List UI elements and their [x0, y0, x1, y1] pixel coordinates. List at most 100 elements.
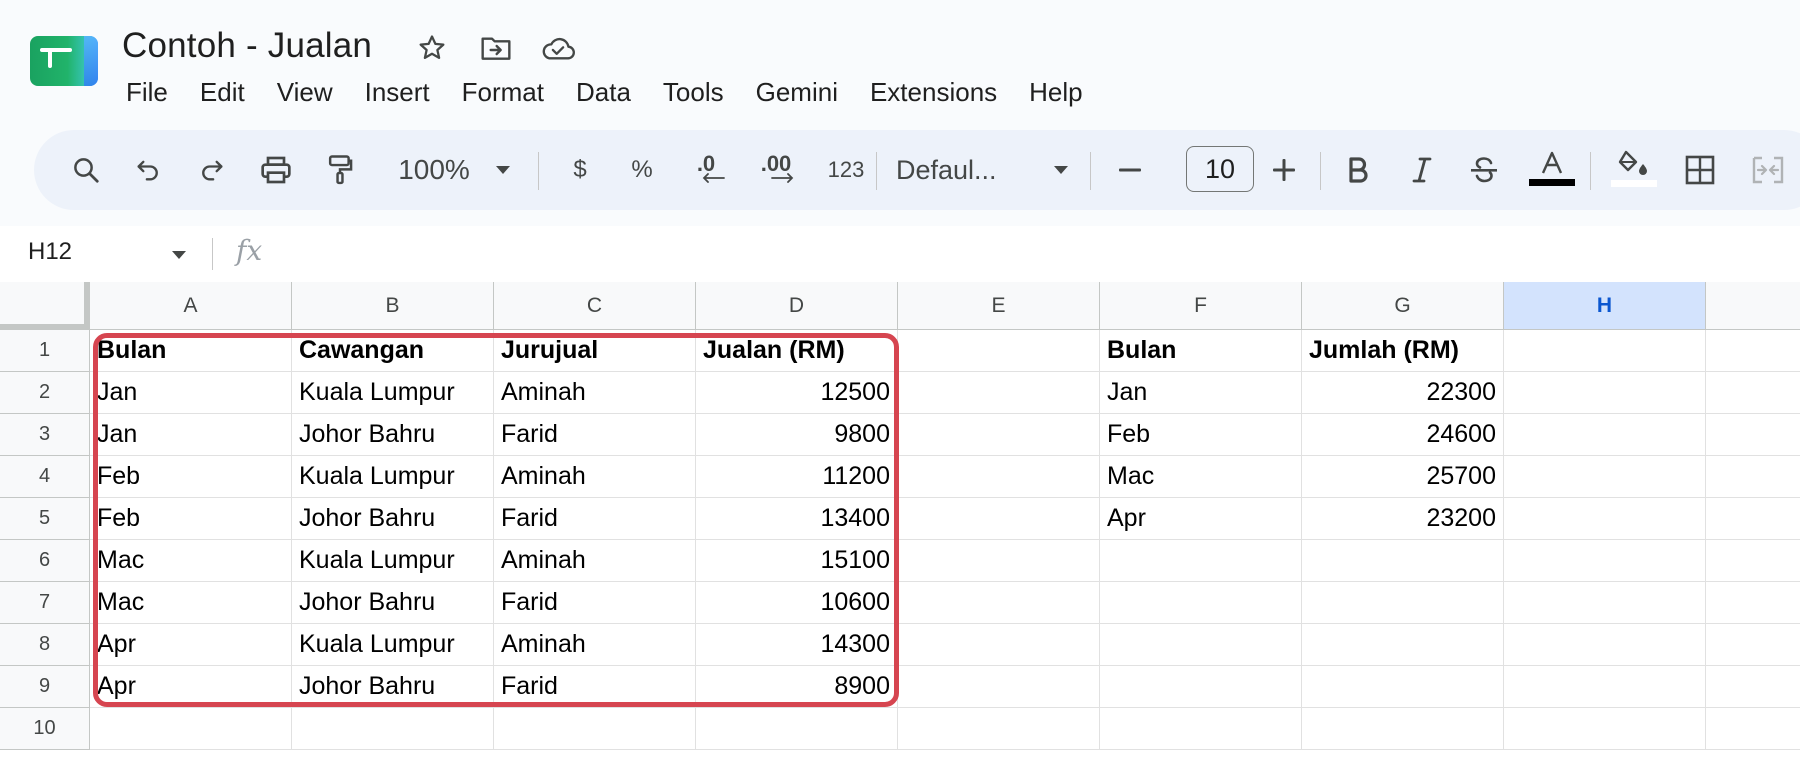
menu-file[interactable]: File	[110, 74, 184, 110]
cell-a6[interactable]: Mac	[90, 540, 292, 582]
cell-b9[interactable]: Johor Bahru	[292, 666, 494, 708]
row-header-7[interactable]: 7	[0, 582, 90, 624]
name-box[interactable]: H12	[28, 238, 72, 266]
document-title[interactable]: Contoh - Jualan	[122, 24, 372, 68]
merge-dropdown-icon[interactable]	[1794, 130, 1800, 210]
column-header-g[interactable]: G	[1302, 282, 1504, 330]
cell-b3[interactable]: Johor Bahru	[292, 414, 494, 456]
cell-h4[interactable]	[1504, 456, 1706, 498]
cell-g6[interactable]	[1302, 540, 1504, 582]
menu-format[interactable]: Format	[446, 74, 560, 110]
fill-color-button[interactable]	[1606, 130, 1662, 210]
cell-i2[interactable]	[1706, 372, 1800, 414]
cell-b4[interactable]: Kuala Lumpur	[292, 456, 494, 498]
cell-g5[interactable]: 23200	[1302, 498, 1504, 540]
row-header-6[interactable]: 6	[0, 540, 90, 582]
cell-e3[interactable]	[898, 414, 1100, 456]
cell-c8[interactable]: Aminah	[494, 624, 696, 666]
cell-b5[interactable]: Johor Bahru	[292, 498, 494, 540]
zoom-select[interactable]: 100%	[384, 130, 484, 210]
cell-f3[interactable]: Feb	[1100, 414, 1302, 456]
cell-c2[interactable]: Aminah	[494, 372, 696, 414]
cell-e4[interactable]	[898, 456, 1100, 498]
cell-b7[interactable]: Johor Bahru	[292, 582, 494, 624]
menu-edit[interactable]: Edit	[184, 74, 261, 110]
paint-format-icon[interactable]	[318, 130, 362, 210]
row-header-5[interactable]: 5	[0, 498, 90, 540]
cell-h8[interactable]	[1504, 624, 1706, 666]
cell-a1[interactable]: Bulan	[90, 330, 292, 372]
cell-a2[interactable]: Jan	[90, 372, 292, 414]
cell-c1[interactable]: Jurujual	[494, 330, 696, 372]
row-header-10[interactable]: 10	[0, 708, 90, 750]
cell-d4[interactable]: 11200	[696, 456, 898, 498]
cell-b10[interactable]	[292, 708, 494, 750]
cell-g8[interactable]	[1302, 624, 1504, 666]
cell-c5[interactable]: Farid	[494, 498, 696, 540]
column-header-c[interactable]: C	[494, 282, 696, 330]
menu-insert[interactable]: Insert	[349, 74, 446, 110]
cell-i3[interactable]	[1706, 414, 1800, 456]
cell-a9[interactable]: Apr	[90, 666, 292, 708]
cell-h1[interactable]	[1504, 330, 1706, 372]
strikethrough-icon[interactable]	[1462, 130, 1506, 210]
cell-a3[interactable]: Jan	[90, 414, 292, 456]
cell-f10[interactable]	[1100, 708, 1302, 750]
cell-i9[interactable]	[1706, 666, 1800, 708]
cell-d2[interactable]: 12500	[696, 372, 898, 414]
increase-font-size-icon[interactable]	[1262, 130, 1306, 210]
cell-g2[interactable]: 22300	[1302, 372, 1504, 414]
cell-h10[interactable]	[1504, 708, 1706, 750]
percent-format-button[interactable]: %	[620, 130, 664, 210]
cell-d8[interactable]: 14300	[696, 624, 898, 666]
cell-i4[interactable]	[1706, 456, 1800, 498]
move-folder-icon[interactable]	[478, 30, 514, 66]
cell-h3[interactable]	[1504, 414, 1706, 456]
font-dropdown-icon[interactable]	[1046, 130, 1076, 210]
column-header-e[interactable]: E	[898, 282, 1100, 330]
column-header-h[interactable]: H	[1504, 282, 1706, 330]
cell-b8[interactable]: Kuala Lumpur	[292, 624, 494, 666]
cell-h2[interactable]	[1504, 372, 1706, 414]
menu-view[interactable]: View	[261, 74, 349, 110]
cell-d10[interactable]	[696, 708, 898, 750]
cell-e2[interactable]	[898, 372, 1100, 414]
menu-gemini[interactable]: Gemini	[740, 74, 854, 110]
currency-format-button[interactable]: $	[558, 130, 602, 210]
cell-f4[interactable]: Mac	[1100, 456, 1302, 498]
print-icon[interactable]	[254, 130, 298, 210]
cell-c6[interactable]: Aminah	[494, 540, 696, 582]
cell-i8[interactable]	[1706, 624, 1800, 666]
column-header-a[interactable]: A	[90, 282, 292, 330]
cell-i7[interactable]	[1706, 582, 1800, 624]
column-header-f[interactable]: F	[1100, 282, 1302, 330]
cell-e10[interactable]	[898, 708, 1100, 750]
increase-decimal-button[interactable]: .00	[746, 130, 806, 210]
decrease-decimal-button[interactable]: .0	[680, 130, 732, 210]
cell-c3[interactable]: Farid	[494, 414, 696, 456]
cell-g7[interactable]	[1302, 582, 1504, 624]
cell-g4[interactable]: 25700	[1302, 456, 1504, 498]
cell-b1[interactable]: Cawangan	[292, 330, 494, 372]
cell-e5[interactable]	[898, 498, 1100, 540]
cell-a4[interactable]: Feb	[90, 456, 292, 498]
cell-f5[interactable]: Apr	[1100, 498, 1302, 540]
menu-extensions[interactable]: Extensions	[854, 74, 1013, 110]
row-header-4[interactable]: 4	[0, 456, 90, 498]
cell-g3[interactable]: 24600	[1302, 414, 1504, 456]
cell-e7[interactable]	[898, 582, 1100, 624]
cell-f6[interactable]	[1100, 540, 1302, 582]
merge-cells-icon[interactable]	[1742, 130, 1794, 210]
menu-help[interactable]: Help	[1013, 74, 1098, 110]
cell-g10[interactable]	[1302, 708, 1504, 750]
search-menus-icon[interactable]	[64, 130, 108, 210]
italic-icon[interactable]	[1400, 130, 1444, 210]
cell-a8[interactable]: Apr	[90, 624, 292, 666]
menu-tools[interactable]: Tools	[647, 74, 740, 110]
cloud-saved-icon[interactable]	[540, 30, 576, 66]
cell-f8[interactable]	[1100, 624, 1302, 666]
cell-c7[interactable]: Farid	[494, 582, 696, 624]
cell-i1[interactable]	[1706, 330, 1800, 372]
cell-a7[interactable]: Mac	[90, 582, 292, 624]
cell-f2[interactable]: Jan	[1100, 372, 1302, 414]
